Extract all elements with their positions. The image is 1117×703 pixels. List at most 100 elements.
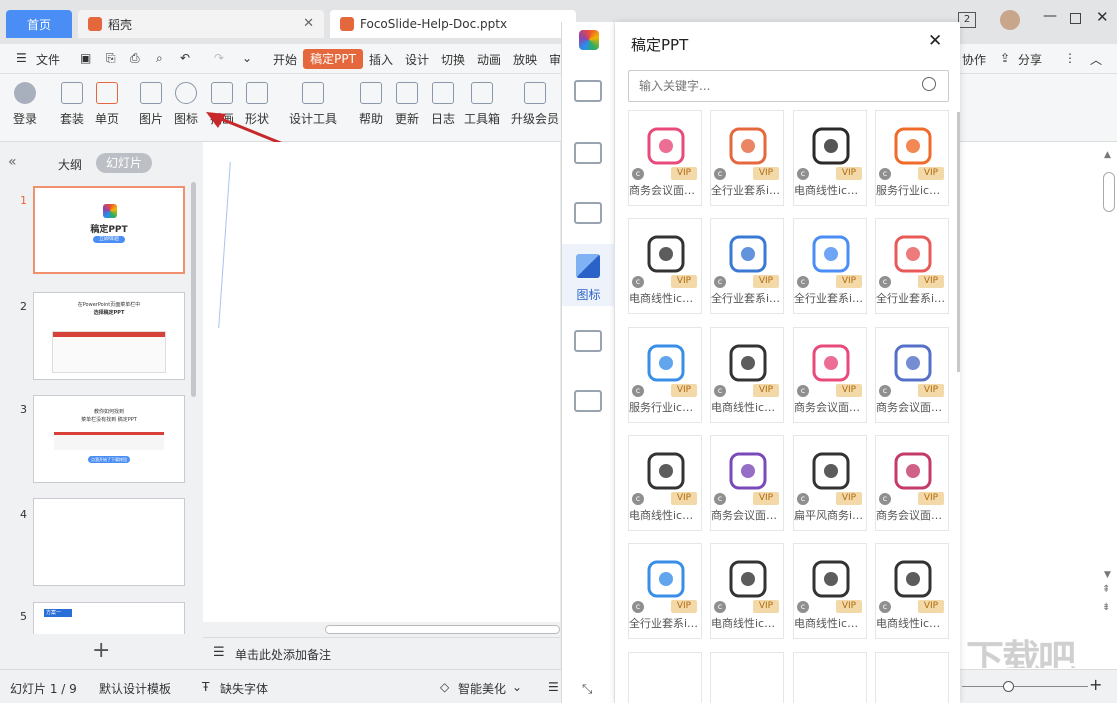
- shrink-panel-icon[interactable]: ⤡: [582, 682, 592, 697]
- print-icon[interactable]: ⎙: [130, 51, 140, 66]
- zoom-slider[interactable]: [962, 686, 1088, 687]
- minimize-icon[interactable]: —: [1043, 8, 1057, 24]
- slide-thumb-4[interactable]: [33, 498, 185, 586]
- ribbon-image[interactable]: 图片: [136, 82, 166, 127]
- icon-card[interactable]: cVIP电商线性ic…: [628, 435, 702, 531]
- close-panel-icon[interactable]: ✕: [928, 31, 942, 51]
- menu-transition[interactable]: 切换: [441, 51, 465, 68]
- window-count-badge[interactable]: 2: [958, 12, 976, 28]
- undo-icon[interactable]: ↶: [180, 51, 190, 65]
- icon-card[interactable]: cVIP全行业套系i…: [710, 110, 784, 206]
- single-page-nav-icon[interactable]: [574, 142, 602, 164]
- icon-card[interactable]: cVIP电商线性ic…: [875, 543, 949, 639]
- icon-card[interactable]: [793, 652, 867, 703]
- share-icon[interactable]: ⇪: [1000, 51, 1010, 65]
- icon-card[interactable]: cVIP全行业套系i…: [875, 218, 949, 314]
- avatar[interactable]: [1000, 10, 1020, 30]
- missing-font-button[interactable]: 缺失字体: [220, 680, 268, 697]
- file-menu[interactable]: 文件: [36, 51, 60, 68]
- menu-slideshow[interactable]: 放映: [513, 51, 537, 68]
- zoom-in-icon[interactable]: +: [1089, 675, 1102, 694]
- horizontal-scrollbar[interactable]: [203, 622, 560, 637]
- slide-panel-scrollbar[interactable]: [191, 182, 196, 397]
- icon-card[interactable]: cVIP全行业套系i…: [793, 218, 867, 314]
- icon-panel-scrollbar[interactable]: [957, 112, 960, 372]
- menu-gaoding-ppt[interactable]: 稿定PPT: [303, 49, 363, 69]
- slide-thumb-3[interactable]: 教你如何找到 菜单栏没有找到 稿定PPT 点我开始了下载按钮: [33, 395, 185, 483]
- add-slide-icon[interactable]: +: [92, 638, 110, 663]
- menu-review[interactable]: 审: [549, 51, 561, 68]
- share-button[interactable]: 分享: [1018, 51, 1042, 68]
- export-icon[interactable]: ⎘: [106, 51, 116, 66]
- more-quick-icon[interactable]: ⌄: [242, 51, 252, 65]
- page-down-icon[interactable]: ⇟: [1102, 602, 1110, 613]
- icon-card[interactable]: cVIP全行业套系i…: [710, 218, 784, 314]
- ribbon-help[interactable]: 帮助: [356, 82, 386, 127]
- icon-card[interactable]: cVIP商务会议面…: [710, 435, 784, 531]
- tab-document[interactable]: FocoSlide-Help-Doc.pptx: [330, 10, 576, 38]
- collapse-ribbon-icon[interactable]: ︿: [1090, 51, 1102, 68]
- page-up-icon[interactable]: ⇞: [1102, 584, 1110, 595]
- slide-thumb-2[interactable]: 在PowerPoint页面菜单栏中 选择稿定PPT: [33, 292, 185, 380]
- icon-card[interactable]: cVIP服务行业ic…: [875, 110, 949, 206]
- menu-design[interactable]: 设计: [405, 51, 429, 68]
- icon-card[interactable]: cVIP电商线性ic…: [793, 110, 867, 206]
- ribbon-suite[interactable]: 套装: [56, 82, 88, 127]
- smart-dropdown-icon[interactable]: ⌄: [512, 680, 522, 694]
- icon-card[interactable]: [710, 652, 784, 703]
- icon-card[interactable]: [875, 652, 949, 703]
- icon-card[interactable]: cVIP电商线性ic…: [710, 327, 784, 423]
- search-box[interactable]: [628, 70, 949, 102]
- close-tab-icon[interactable]: ✕: [303, 16, 314, 31]
- icon-card[interactable]: cVIP商务会议面…: [875, 435, 949, 531]
- hamburger-icon[interactable]: ☰: [16, 51, 27, 65]
- more-icon[interactable]: ⋮: [1064, 51, 1076, 65]
- tab-daoke[interactable]: 稻壳 ✕: [78, 10, 324, 38]
- slides-tab[interactable]: 幻灯片: [96, 153, 152, 173]
- scroll-up-icon[interactable]: ▲: [1104, 150, 1111, 160]
- ribbon-update[interactable]: 更新: [392, 82, 422, 127]
- notes-placeholder[interactable]: 单击此处添加备注: [235, 646, 331, 663]
- collab-button[interactable]: 协作: [962, 51, 986, 68]
- zoom-slider-thumb[interactable]: [1003, 681, 1014, 692]
- save-icon[interactable]: ▣: [80, 51, 91, 65]
- icon-card[interactable]: cVIP商务会议面…: [628, 110, 702, 206]
- image-nav-icon[interactable]: [574, 202, 602, 224]
- notes-toggle-icon[interactable]: ☰: [548, 680, 559, 694]
- login-button[interactable]: 登录: [10, 82, 40, 127]
- smart-beautify-button[interactable]: 智能美化: [458, 680, 506, 697]
- icon-card[interactable]: cVIP电商线性ic…: [628, 218, 702, 314]
- maximize-icon[interactable]: [1070, 13, 1081, 24]
- icon-card[interactable]: cVIP扁平风商务i…: [793, 435, 867, 531]
- shape-nav-icon[interactable]: [574, 390, 602, 412]
- illustration-nav-icon[interactable]: [574, 330, 602, 352]
- menu-start[interactable]: 开始: [273, 51, 297, 68]
- slide-thumb-1[interactable]: 稿定PPT 立即体验: [33, 186, 185, 274]
- icon-card[interactable]: cVIP电商线性ic…: [710, 543, 784, 639]
- outline-tab[interactable]: 大纲: [58, 156, 82, 173]
- icon-card[interactable]: cVIP商务会议面…: [793, 327, 867, 423]
- vertical-scrollbar[interactable]: [1103, 172, 1115, 212]
- nav-item-icons[interactable]: 图标: [562, 244, 615, 306]
- icon-card[interactable]: cVIP电商线性ic…: [793, 543, 867, 639]
- ribbon-single-page[interactable]: 单页: [92, 82, 122, 127]
- ribbon-upgrade-vip[interactable]: 升级会员: [510, 82, 560, 127]
- slide-canvas[interactable]: [203, 142, 560, 637]
- menu-animation[interactable]: 动画: [477, 51, 501, 68]
- icon-card[interactable]: [628, 652, 702, 703]
- tab-home[interactable]: 首页: [6, 10, 72, 38]
- template-nav-icon[interactable]: [574, 80, 602, 102]
- search-input[interactable]: [639, 77, 909, 95]
- ribbon-icons[interactable]: 图标: [170, 82, 202, 127]
- redo-icon[interactable]: ↷: [214, 51, 224, 65]
- icon-card[interactable]: cVIP服务行业ic…: [628, 327, 702, 423]
- icon-card[interactable]: cVIP全行业套系i…: [628, 543, 702, 639]
- collapse-panel-icon[interactable]: «: [8, 154, 17, 170]
- slide-thumb-5[interactable]: 方案一: [33, 602, 185, 634]
- preview-icon[interactable]: ⌕: [156, 51, 163, 66]
- search-icon[interactable]: [922, 77, 936, 91]
- scroll-down-icon[interactable]: ▼: [1104, 570, 1111, 580]
- close-window-icon[interactable]: ✕: [1096, 8, 1109, 26]
- ribbon-toolbox[interactable]: 工具箱: [462, 82, 502, 127]
- template-name[interactable]: 默认设计模板: [99, 680, 171, 697]
